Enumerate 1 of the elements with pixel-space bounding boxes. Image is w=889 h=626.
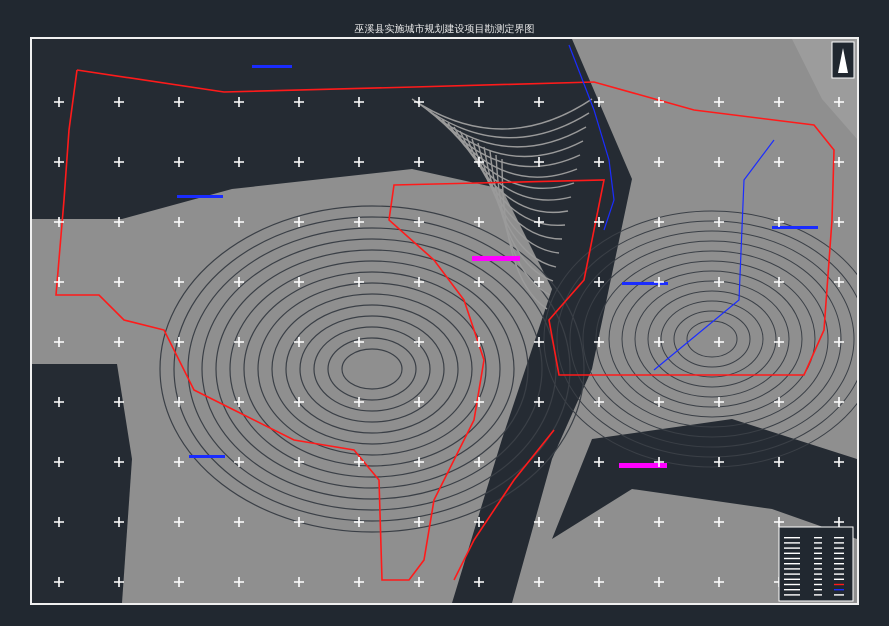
drawing-title: 巫溪县实施城市规划建设项目勘测定界图 <box>354 24 534 36</box>
